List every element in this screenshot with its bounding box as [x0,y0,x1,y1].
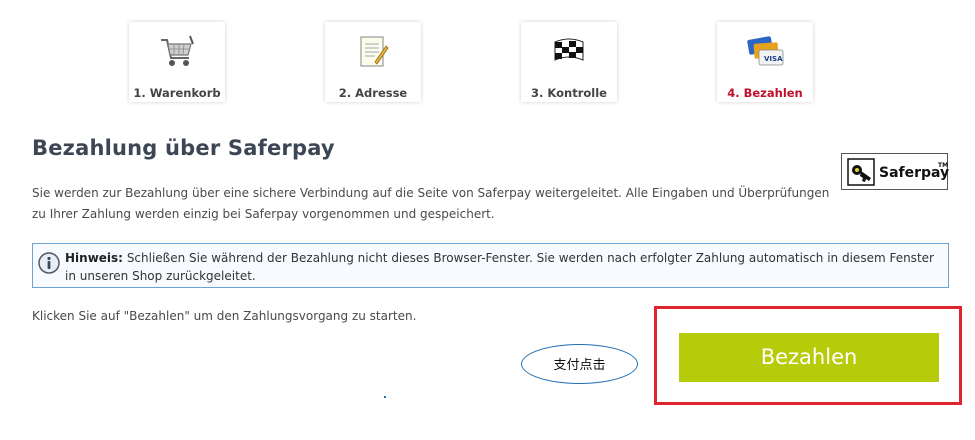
step-kontrolle[interactable]: 3. Kontrolle [521,22,617,102]
saferpay-logo: Saferpay TM [841,153,949,190]
pay-button[interactable]: Bezahlen [679,333,939,382]
notice-box: Hinweis: Schließen Sie während der Bezah… [32,243,949,288]
svg-text:VISA: VISA [764,55,783,63]
notice-prefix: Hinweis: [65,251,123,265]
shopping-cart-icon [161,35,194,66]
stray-dot [384,396,386,398]
page-title: Bezahlung über Saferpay [32,136,335,160]
payment-description: Sie werden zur Bezahlung über eine siche… [32,186,830,221]
trademark: TM [938,162,949,169]
notepad-icon [360,36,389,67]
step-label: 3. Kontrolle [531,86,607,100]
step-label: 1. Warenkorb [133,86,221,100]
instruction-text: Klicken Sie auf "Bezahlen" um den Zahlun… [32,309,417,323]
step-adresse[interactable]: 2. Adresse [325,22,421,102]
step-label: 2. Adresse [338,86,408,100]
annotation-bubble: 支付点击 [521,344,638,384]
credit-cards-icon: VISA [747,36,784,66]
notice-text: Hinweis: Schließen Sie während der Bezah… [65,249,940,285]
annotation-text: 支付点击 [553,358,606,373]
checkout-steps: 1. Warenkorb 2. Adresse 3. Kontrolle VIS… [0,18,975,103]
saferpay-logo-mark-icon [847,158,875,186]
step-warenkorb[interactable]: 1. Warenkorb [129,22,225,102]
step-label: 4. Bezahlen [727,86,803,100]
step-bezahlen[interactable]: VISA 4. Bezahlen [717,22,813,102]
checkered-flag-icon [554,38,584,61]
info-icon [38,252,60,274]
notice-body: Schließen Sie während der Bezahlung nich… [65,251,934,283]
